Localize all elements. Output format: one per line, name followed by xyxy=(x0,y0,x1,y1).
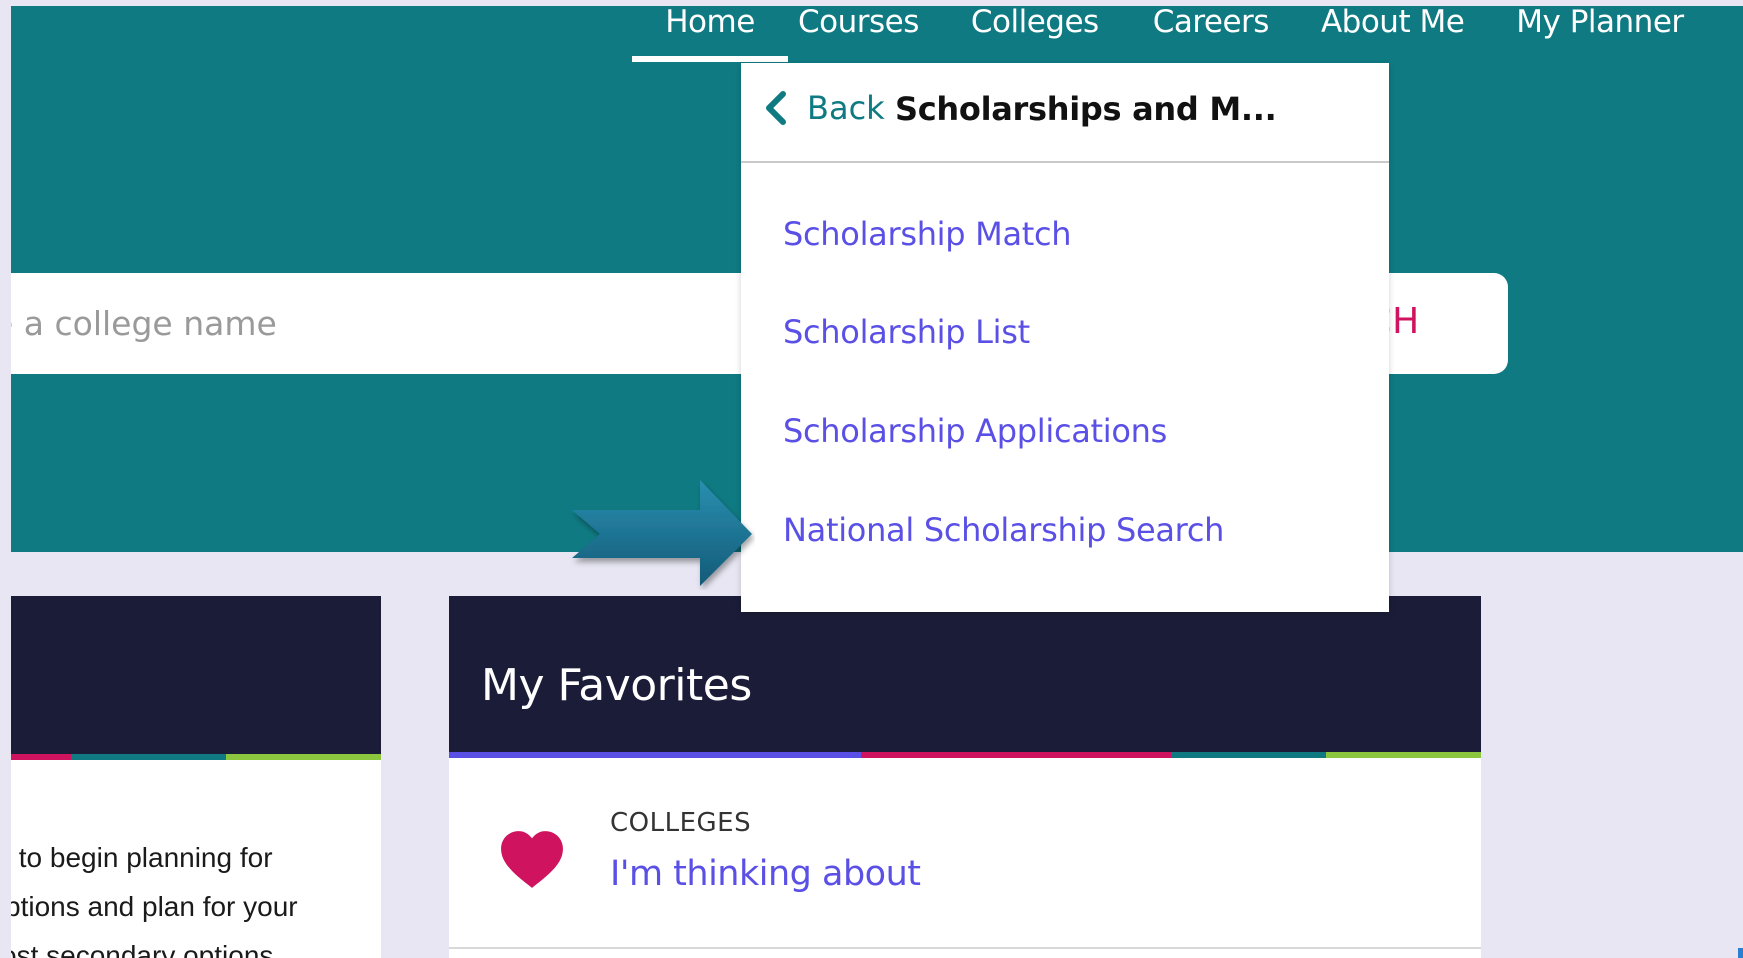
dropdown-back-button[interactable]: Back xyxy=(763,89,885,127)
menu-item-scholarship-match[interactable]: Scholarship Match xyxy=(783,215,1072,253)
page: Home Courses Colleges Careers About Me M… xyxy=(0,0,1743,958)
scrollbar-thumb[interactable] xyxy=(1738,948,1743,958)
menu-item-scholarship-list[interactable]: Scholarship List xyxy=(783,313,1030,351)
heart-icon xyxy=(501,831,563,888)
planning-card-line: ost secondary options xyxy=(11,940,274,958)
pointer-arrow-icon xyxy=(572,480,752,586)
favorites-card-header: My Favorites xyxy=(449,596,1481,754)
favorites-title: My Favorites xyxy=(481,660,752,711)
nav-careers[interactable]: Careers xyxy=(1152,4,1270,62)
dropdown-title: Scholarships and M... xyxy=(895,90,1277,128)
favorites-card: My Favorites COLLEGES I'm thinking about xyxy=(449,596,1481,958)
favorites-thinking-about-link[interactable]: I'm thinking about xyxy=(610,854,921,894)
planning-card-line: ptions and plan for your xyxy=(11,891,298,922)
scholarships-dropdown-menu: Back Scholarships and M... Scholarship M… xyxy=(741,63,1389,612)
nav-colleges[interactable]: Colleges xyxy=(971,6,1099,62)
college-search-input[interactable] xyxy=(11,273,731,374)
favorites-card-stripe xyxy=(449,752,1481,758)
favorites-category-label: COLLEGES xyxy=(610,808,752,838)
nav-home-label: Home xyxy=(665,4,755,40)
dropdown-back-label: Back xyxy=(807,89,885,127)
nav-about-me-label: About Me xyxy=(1320,4,1465,40)
nav-courses[interactable]: Courses xyxy=(798,6,919,62)
nav-my-planner-label: My Planner xyxy=(1516,4,1684,40)
planning-card-line: to begin planning for xyxy=(11,842,273,873)
chevron-left-icon xyxy=(766,91,786,125)
nav-my-planner[interactable]: My Planner xyxy=(1516,4,1684,62)
dropdown-header: Back Scholarships and M... xyxy=(741,63,1389,163)
nav-home[interactable]: Home xyxy=(632,6,788,62)
favorites-divider xyxy=(449,947,1481,949)
planning-card-stripe xyxy=(11,754,381,760)
nav-courses-label: Courses xyxy=(798,4,919,40)
planning-card: to begin planning for ptions and plan fo… xyxy=(11,596,381,958)
nav-about-me[interactable]: About Me xyxy=(1320,4,1465,62)
planning-card-text: to begin planning for ptions and plan fo… xyxy=(11,833,381,958)
menu-item-scholarship-applications[interactable]: Scholarship Applications xyxy=(783,412,1167,450)
nav-colleges-label: Colleges xyxy=(970,4,1099,40)
nav-careers-label: Careers xyxy=(1152,4,1270,40)
nav-active-underline xyxy=(632,56,788,62)
menu-item-national-scholarship-search[interactable]: National Scholarship Search xyxy=(783,511,1224,549)
top-nav: Home Courses Colleges Careers About Me M… xyxy=(632,6,1684,62)
planning-card-header xyxy=(11,596,381,754)
